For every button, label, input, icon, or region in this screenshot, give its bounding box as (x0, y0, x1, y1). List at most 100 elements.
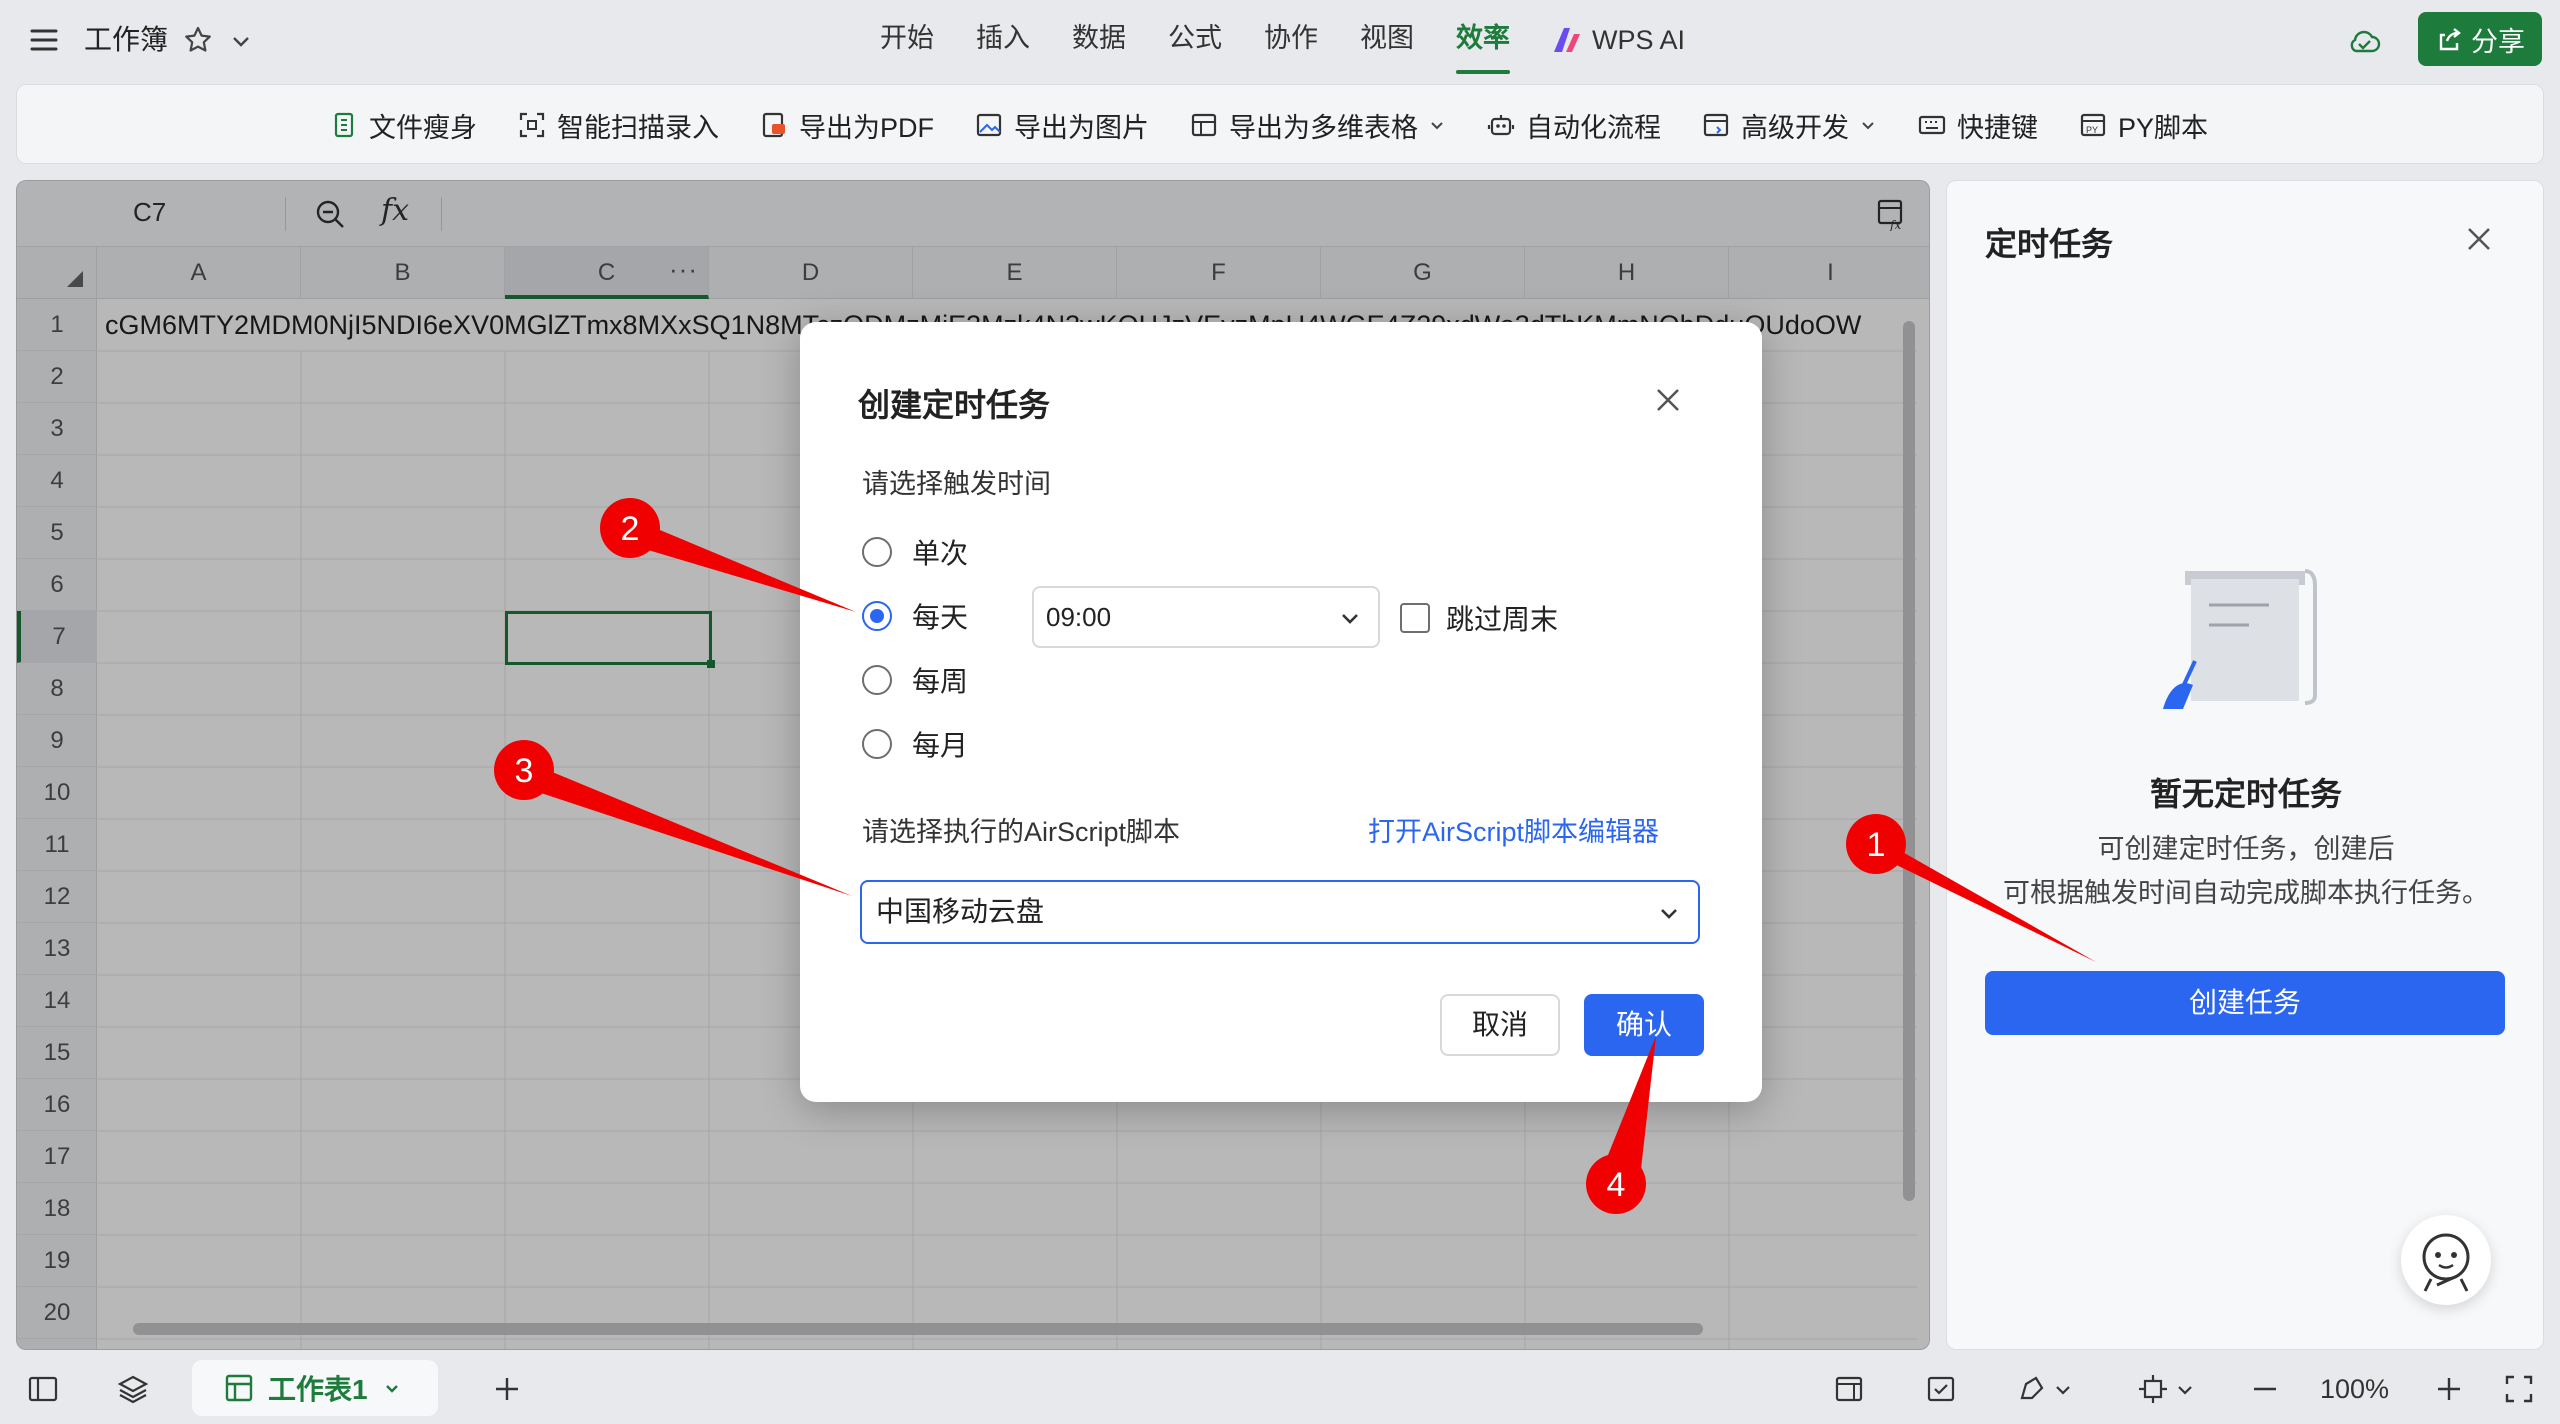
shortcuts-button[interactable]: 快捷键 (1917, 106, 2038, 145)
cloud-sync-icon[interactable] (2346, 24, 2382, 60)
dialog-title: 创建定时任务 (858, 387, 1051, 423)
menu-icon[interactable] (26, 22, 62, 58)
sheet-tab-label: 工作表1 (268, 1374, 368, 1405)
empty-description-line1: 可创建定时任务，创建后 (2097, 834, 2395, 864)
assistant-avatar-icon[interactable] (2401, 1215, 2491, 1305)
chevron-down-icon[interactable] (228, 28, 254, 54)
radio-daily[interactable]: 每天 (862, 596, 968, 636)
close-icon[interactable] (1652, 384, 1684, 416)
tab-data[interactable]: 数据 (1072, 18, 1126, 62)
smart-scan-button[interactable]: 智能扫描录入 (517, 106, 719, 145)
chevron-down-icon (1862, 122, 1874, 130)
scheduled-tasks-panel: 定时任务 暂无定时任务 可创建定时任务，创建后 可根据触发时间自动完成脚本执行任… (1946, 180, 2544, 1350)
close-icon[interactable] (2463, 223, 2495, 255)
main-tabs: 开始 插入 数据 公式 协作 视图 效率 WPS AI (880, 18, 1727, 74)
chevron-down-icon[interactable] (2174, 1372, 2196, 1406)
radio-button-selected[interactable] (862, 601, 892, 631)
export-image-label: 导出为图片 (1014, 112, 1149, 143)
radio-once-label: 单次 (912, 538, 969, 569)
sheet-tab-1[interactable]: 工作表1 (192, 1360, 438, 1416)
document-title[interactable]: 工作簿 (84, 20, 168, 60)
zoom-level[interactable]: 100% (2320, 1374, 2389, 1405)
create-scheduled-task-dialog: 创建定时任务 请选择触发时间 单次 每天 每周 每月 09:00 跳过周末 请选… (800, 322, 1762, 1102)
tab-efficiency[interactable]: 效率 (1456, 18, 1510, 74)
keyboard-icon (1918, 115, 1946, 135)
radio-monthly[interactable]: 每月 (862, 724, 968, 764)
review-icon[interactable] (1924, 1372, 1958, 1406)
skip-weekend-checkbox[interactable]: 跳过周末 (1400, 598, 1558, 638)
tab-insert[interactable]: 插入 (976, 18, 1030, 62)
robot-icon (1487, 115, 1515, 136)
empty-description-line2: 可根据触发时间自动完成脚本执行任务。 (2003, 878, 2489, 908)
tab-collab[interactable]: 协作 (1264, 18, 1318, 62)
create-task-button[interactable]: 创建任务 (1985, 971, 2505, 1035)
multitable-icon (1191, 113, 1217, 137)
advanced-dev-label: 高级开发 (1741, 112, 1849, 143)
scan-icon (519, 112, 545, 138)
py-script-button[interactable]: PY PY脚本 (2078, 106, 2208, 145)
chevron-down-icon[interactable] (2052, 1372, 2074, 1406)
chevron-down-icon (1431, 122, 1443, 130)
code-window-icon (1703, 113, 1729, 137)
script-select[interactable]: 中国移动云盘 (860, 880, 1700, 944)
fit-view-icon[interactable] (2136, 1372, 2170, 1406)
wps-ai-logo-icon (1554, 28, 1580, 52)
tab-formula[interactable]: 公式 (1168, 18, 1222, 62)
bottom-bar: 工作表1 100% (0, 1354, 2560, 1424)
file-slim-label: 文件瘦身 (369, 112, 477, 143)
export-multitable-button[interactable]: 导出为多维表格 (1189, 106, 1446, 145)
radio-button[interactable] (862, 537, 892, 567)
layers-icon[interactable] (116, 1372, 150, 1406)
zoom-in-icon[interactable] (2432, 1372, 2466, 1406)
radio-button[interactable] (862, 665, 892, 695)
star-icon[interactable] (182, 24, 214, 56)
checkbox[interactable] (1400, 603, 1430, 633)
share-label: 分享 (2471, 26, 2525, 57)
radio-weekly-label: 每周 (912, 666, 969, 697)
sidebar-toggle-icon[interactable] (26, 1372, 60, 1406)
cancel-button[interactable]: 取消 (1440, 994, 1560, 1056)
top-bar: 工作簿 开始 插入 数据 公式 协作 视图 效率 WPS AI 分享 (0, 0, 2560, 80)
confirm-button[interactable]: 确认 (1584, 994, 1704, 1056)
shapes-icon[interactable] (2014, 1372, 2048, 1406)
export-multitable-label: 导出为多维表格 (1229, 112, 1418, 143)
script-value: 中国移动云盘 (876, 896, 1045, 927)
chevron-down-icon (1342, 614, 1358, 624)
fullscreen-icon[interactable] (2502, 1372, 2536, 1406)
open-airscript-editor-link[interactable]: 打开AirScript脚本编辑器 (1368, 810, 1659, 849)
shortcuts-label: 快捷键 (1957, 112, 2038, 143)
panel-title: 定时任务 (1985, 226, 2114, 262)
skip-weekend-label: 跳过周末 (1446, 604, 1559, 635)
pdf-icon (762, 112, 785, 138)
share-icon (2439, 28, 2461, 51)
chevron-down-icon (1661, 909, 1677, 919)
export-pdf-label: 导出为PDF (799, 112, 934, 143)
radio-once[interactable]: 单次 (862, 532, 968, 572)
page-view-icon[interactable] (1832, 1372, 1866, 1406)
image-export-icon (976, 113, 1002, 137)
python-script-icon: PY (2080, 113, 2106, 137)
empty-title: 暂无定时任务 (2149, 776, 2342, 812)
table-icon (225, 1374, 253, 1402)
py-script-label: PY脚本 (2118, 112, 2209, 143)
advanced-dev-button[interactable]: 高级开发 (1701, 106, 1877, 145)
radio-monthly-label: 每月 (912, 730, 969, 761)
automation-label: 自动化流程 (1526, 112, 1661, 143)
time-select[interactable]: 09:00 (1032, 586, 1380, 648)
trigger-time-label: 请选择触发时间 (862, 469, 1051, 499)
file-slim-button[interactable]: 文件瘦身 (329, 106, 477, 145)
radio-weekly[interactable]: 每周 (862, 660, 968, 700)
tab-start[interactable]: 开始 (880, 18, 934, 62)
export-pdf-button[interactable]: 导出为PDF (759, 106, 934, 145)
export-image-button[interactable]: 导出为图片 (974, 106, 1149, 145)
zoom-out-icon[interactable] (2248, 1372, 2282, 1406)
script-select-label: 请选择执行的AirScript脚本 (862, 817, 1181, 847)
wps-ai-label: WPS AI (1592, 25, 1686, 55)
automation-button[interactable]: 自动化流程 (1486, 106, 1661, 145)
empty-scroll-icon (2155, 559, 2335, 719)
radio-button[interactable] (862, 729, 892, 759)
tab-wps-ai[interactable]: WPS AI (1552, 18, 1685, 62)
share-button[interactable]: 分享 (2418, 12, 2542, 66)
add-sheet-icon[interactable] (490, 1372, 524, 1406)
tab-view[interactable]: 视图 (1360, 18, 1414, 62)
